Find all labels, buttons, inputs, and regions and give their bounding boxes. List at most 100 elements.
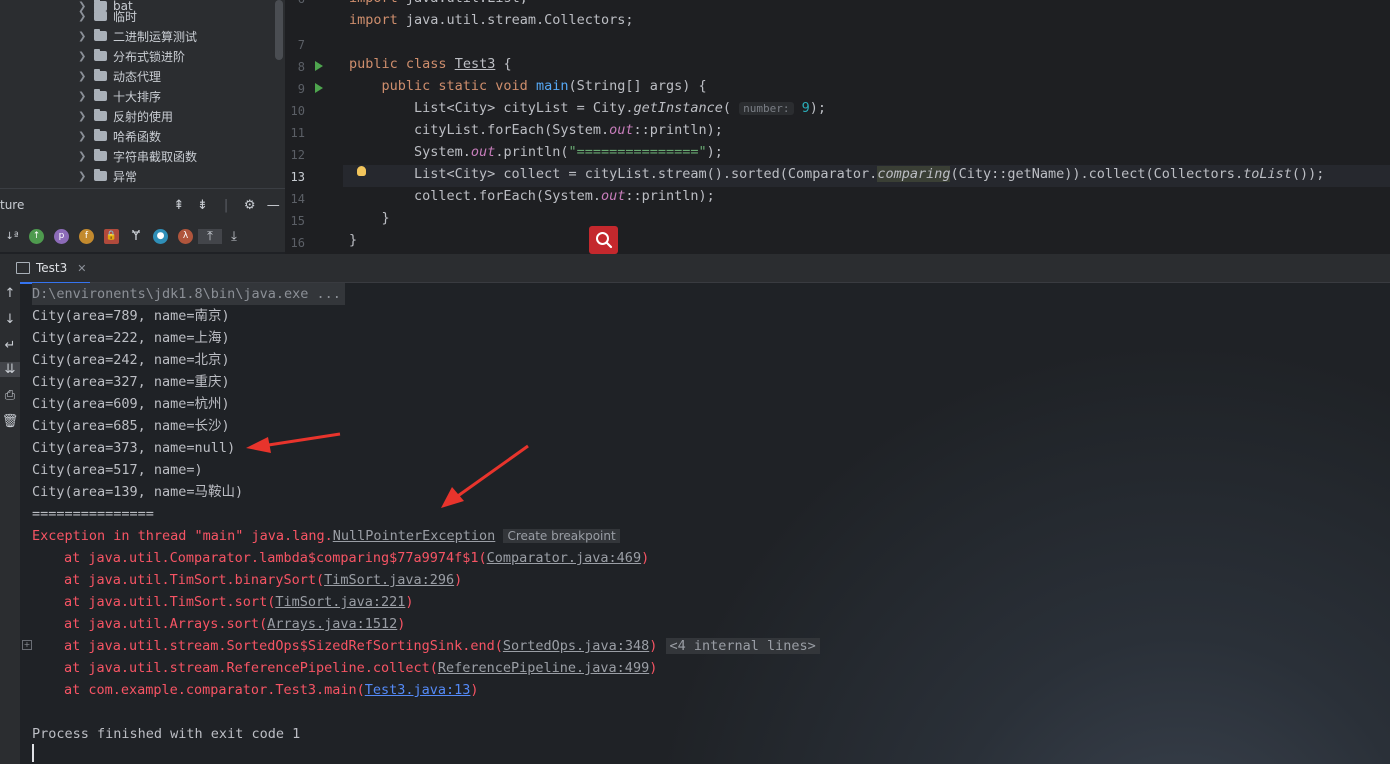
chevron-right-icon[interactable]: ❯: [78, 71, 88, 82]
stack-link[interactable]: TimSort.java:296: [324, 572, 454, 588]
autoscroll-to-source-icon[interactable]: ⤒: [198, 228, 222, 244]
folder-icon: [94, 29, 107, 41]
internal-lines-fold[interactable]: <4 internal lines>: [665, 638, 820, 654]
folder-icon: [94, 129, 107, 141]
stack-frame: at java.util.TimSort.binarySort(TimSort.…: [64, 569, 462, 591]
show-non-public-icon[interactable]: 🔒: [104, 228, 119, 244]
chevron-right-icon[interactable]: ❯: [78, 151, 88, 162]
show-properties-icon[interactable]: p: [54, 228, 69, 244]
gear-icon[interactable]: ⚙: [238, 198, 262, 213]
run-class-icon[interactable]: [315, 61, 323, 71]
minimize-icon[interactable]: —: [261, 198, 285, 213]
chevron-right-icon[interactable]: ❯: [78, 131, 88, 142]
search-icon: [595, 232, 612, 249]
tree-item-label: 动态代理: [113, 69, 162, 84]
structure-filters: ↓ª ↑ p f 🔒 Ɏ ● λ ⤒ ⤓: [0, 220, 285, 252]
stack-link[interactable]: TimSort.java:221: [275, 594, 405, 610]
line-number: 10: [290, 104, 305, 118]
tree-item-distlock[interactable]: ❯ 分布式锁进阶: [78, 46, 185, 66]
arrow-up-icon[interactable]: ↑: [0, 286, 20, 301]
stack-suffix: ): [641, 550, 650, 566]
code-editor[interactable]: 6 7 8 9 10 11 12 13 14 15 16 import java…: [285, 0, 1390, 254]
stack-suffix: ): [470, 682, 479, 698]
tab-test3[interactable]: Test3 ✕: [12, 254, 91, 284]
chevron-right-icon[interactable]: ❯: [78, 91, 88, 102]
stack-text: at java.util.Comparator.lambda$comparing…: [64, 550, 487, 566]
code-line: System.out.println("===============");: [349, 144, 723, 160]
arrow-down-icon[interactable]: ↓: [0, 312, 20, 327]
tree-item-label: 字符串截取函数: [113, 149, 198, 164]
stack-text: at java.util.TimSort.binarySort(: [64, 572, 325, 588]
tree-item-binary[interactable]: ❯ 二进制运算测试: [78, 26, 197, 46]
line-number: 15: [290, 214, 305, 228]
tree-item-temp[interactable]: ❯ 临时: [78, 6, 137, 26]
code-line: public class Test3 {: [349, 56, 512, 72]
console-line: ===============: [32, 506, 154, 522]
tree-item-sorts[interactable]: ❯ 十大排序: [78, 86, 161, 106]
divider: |: [223, 197, 229, 213]
stack-link[interactable]: Arrays.java:1512: [267, 616, 397, 632]
tree-item-proxy[interactable]: ❯ 动态代理: [78, 66, 161, 86]
code-line: }: [349, 210, 390, 226]
stack-link[interactable]: SortedOps.java:348: [503, 638, 649, 654]
show-fields-icon[interactable]: f: [79, 228, 94, 244]
expand-all-icon[interactable]: ⇞: [167, 198, 191, 213]
tree-item-label: 反射的使用: [113, 109, 174, 124]
stack-link[interactable]: Comparator.java:469: [487, 550, 641, 566]
exception-line: Exception in thread "main" java.lang.Nul…: [32, 525, 620, 547]
code-line: public static void main(String[] args) {: [381, 78, 707, 94]
soft-wrap-icon[interactable]: ↵: [0, 338, 20, 353]
search-button[interactable]: [589, 226, 618, 254]
stack-suffix: ): [649, 638, 658, 654]
tree-item-reflection[interactable]: ❯ 反射的使用: [78, 106, 173, 126]
folder-icon: [94, 149, 107, 161]
stack-text: at java.util.stream.SortedOps$SizedRefSo…: [64, 638, 503, 654]
exception-type-link[interactable]: NullPointerException: [333, 528, 496, 544]
close-icon[interactable]: ✕: [77, 262, 86, 275]
autoscroll-from-source-icon[interactable]: ⤓: [222, 229, 246, 244]
print-icon[interactable]: ⎙: [0, 388, 20, 403]
stack-frame: at java.util.stream.SortedOps$SizedRefSo…: [64, 635, 820, 657]
text-caret: [32, 744, 34, 762]
tree-item-exception[interactable]: ❯ 异常: [78, 166, 137, 186]
expand-fold-icon[interactable]: +: [22, 640, 32, 650]
run-side-toolbar: ↑ ↓ ↵ ⇊ ⎙ 🗑: [0, 282, 20, 764]
chevron-right-icon[interactable]: ❯: [78, 171, 88, 182]
console-command-line[interactable]: D:\environents\jdk1.8\bin\java.exe ...: [32, 283, 345, 305]
console-line: City(area=222, name=上海): [32, 330, 230, 346]
tree-item-hash[interactable]: ❯ 哈希函数: [78, 126, 161, 146]
console-line: City(area=789, name=南京): [32, 308, 230, 324]
run-main-icon[interactable]: [315, 83, 323, 93]
folder-icon: [94, 109, 107, 121]
stack-suffix: ): [397, 616, 406, 632]
stack-suffix: ): [649, 660, 658, 676]
chevron-right-icon[interactable]: ❯: [78, 31, 88, 42]
trash-icon[interactable]: 🗑: [0, 414, 20, 429]
show-interfaces-icon[interactable]: ●: [153, 228, 168, 244]
code-line: List<City> cityList = City.getInstance( …: [349, 100, 827, 116]
create-breakpoint-button[interactable]: Create breakpoint: [503, 529, 620, 543]
line-number: 6: [285, 0, 305, 6]
sort-alpha-icon[interactable]: ↓ª: [0, 231, 24, 242]
tree-scrollbar[interactable]: [275, 0, 283, 60]
stack-link-user[interactable]: Test3.java:13: [365, 682, 471, 698]
code-line: collect.forEach(System.out::println);: [349, 188, 715, 204]
console-line: City(area=517, name=): [32, 462, 203, 478]
show-inherited-icon[interactable]: ↑: [29, 228, 44, 244]
scroll-to-end-icon[interactable]: ⇊: [0, 362, 20, 377]
folder-icon: [94, 49, 107, 61]
chevron-right-icon[interactable]: ❯: [78, 51, 88, 62]
show-anonymous-icon[interactable]: Ɏ: [124, 229, 148, 244]
chevron-right-icon[interactable]: ❯: [78, 111, 88, 122]
run-config-icon: [16, 262, 30, 274]
code-line: import java.util.stream.Collectors;: [349, 12, 634, 28]
show-lambdas-icon[interactable]: λ: [178, 228, 193, 244]
collapse-all-icon[interactable]: ⇟: [191, 198, 215, 213]
stack-link[interactable]: ReferencePipeline.java:499: [438, 660, 649, 676]
folder-icon: [94, 89, 107, 101]
chevron-right-icon[interactable]: ❯: [78, 11, 88, 22]
tree-item-substring[interactable]: ❯ 字符串截取函数: [78, 146, 197, 166]
console-line: City(area=609, name=杭州): [32, 396, 230, 412]
folder-icon: [94, 9, 107, 21]
line-number: 14: [290, 192, 305, 206]
